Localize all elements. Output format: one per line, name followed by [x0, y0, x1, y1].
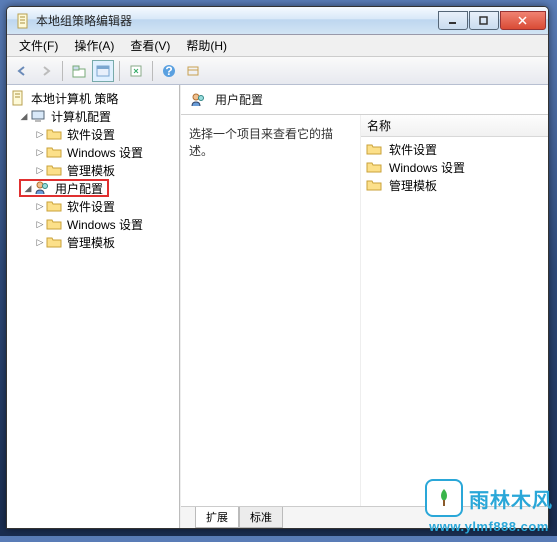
- titlebar: 本地组策略编辑器: [7, 7, 548, 35]
- tree-admin-templates-user[interactable]: ▷ 管理模板: [9, 233, 177, 251]
- app-icon: [15, 13, 31, 29]
- maximize-button[interactable]: [469, 11, 499, 30]
- help-button[interactable]: ?: [158, 60, 180, 82]
- forward-button[interactable]: [35, 60, 57, 82]
- tree-root[interactable]: 本地计算机 策略: [9, 89, 177, 107]
- expand-icon[interactable]: ▷: [35, 129, 45, 140]
- users-icon: [34, 180, 50, 196]
- tree-windows-settings[interactable]: ▷ Windows 设置: [9, 143, 177, 161]
- details-body: 选择一个项目来查看它的描述。 名称 软件设置 Windows 设置: [181, 115, 548, 506]
- folder-icon: [46, 198, 62, 214]
- tree-label: 计算机配置: [49, 107, 113, 126]
- collapse-icon[interactable]: ◢: [19, 111, 29, 122]
- list-item-label: 管理模板: [389, 177, 437, 194]
- tree-computer-config[interactable]: ◢ 计算机配置: [9, 107, 177, 125]
- tree-label: 管理模板: [65, 233, 117, 252]
- tree-label: 用户配置: [53, 179, 105, 198]
- tab-extended[interactable]: 扩展: [195, 507, 239, 528]
- svg-text:?: ?: [165, 64, 172, 78]
- folder-icon: [366, 177, 382, 193]
- back-button[interactable]: [11, 60, 33, 82]
- tree-user-config[interactable]: ◢ 用户配置: [19, 179, 109, 197]
- tree-admin-templates[interactable]: ▷ 管理模板: [9, 161, 177, 179]
- folder-icon: [46, 144, 62, 160]
- policy-icon: [10, 90, 26, 106]
- collapse-icon[interactable]: ◢: [23, 183, 33, 194]
- toolbar: ?: [7, 57, 548, 85]
- tab-standard[interactable]: 标准: [239, 507, 283, 528]
- menubar: 文件(F) 操作(A) 查看(V) 帮助(H): [7, 35, 548, 57]
- folder-icon: [366, 141, 382, 157]
- watermark-brand: 雨林木风: [469, 484, 553, 513]
- folder-icon: [46, 216, 62, 232]
- tree-label: 软件设置: [65, 125, 117, 144]
- window-controls: [438, 11, 546, 30]
- watermark: 雨林木风 www.ylmf888.com: [425, 479, 553, 534]
- tree-pane[interactable]: 本地计算机 策略 ◢ 计算机配置 ▷ 软件设置 ▷ Windows 设置 ▷ 管…: [7, 85, 180, 528]
- menu-help[interactable]: 帮助(H): [178, 35, 235, 56]
- expand-icon[interactable]: ▷: [35, 147, 45, 158]
- tree-label: Windows 设置: [65, 215, 145, 234]
- watermark-url: www.ylmf888.com: [425, 519, 553, 534]
- tree-label: Windows 设置: [65, 143, 145, 162]
- users-icon: [190, 92, 206, 108]
- folder-icon: [46, 234, 62, 250]
- separator: [152, 61, 153, 81]
- expand-icon[interactable]: ▷: [35, 201, 45, 212]
- menu-action[interactable]: 操作(A): [66, 35, 122, 56]
- expand-icon[interactable]: ▷: [35, 165, 45, 176]
- window: 本地组策略编辑器 文件(F) 操作(A) 查看(V) 帮助(H) ? 本地计算机…: [6, 6, 549, 529]
- menu-file[interactable]: 文件(F): [11, 35, 66, 56]
- expand-icon[interactable]: ▷: [35, 219, 45, 230]
- list-body: 软件设置 Windows 设置 管理模板: [361, 137, 548, 197]
- details-pane: 用户配置 选择一个项目来查看它的描述。 名称 软件设置: [180, 85, 548, 528]
- description-text: 选择一个项目来查看它的描述。: [189, 127, 333, 158]
- list-item[interactable]: 软件设置: [365, 140, 544, 158]
- list-item-label: Windows 设置: [389, 159, 465, 176]
- computer-icon: [30, 108, 46, 124]
- refresh-button[interactable]: [125, 60, 147, 82]
- tree-label: 本地计算机 策略: [29, 89, 120, 108]
- folder-icon: [46, 126, 62, 142]
- separator: [119, 61, 120, 81]
- tree-software-settings[interactable]: ▷ 软件设置: [9, 125, 177, 143]
- column-header-label: 名称: [367, 117, 391, 134]
- expand-icon[interactable]: ▷: [35, 237, 45, 248]
- filter-button[interactable]: [182, 60, 204, 82]
- tree-software-settings-user[interactable]: ▷ 软件设置: [9, 197, 177, 215]
- list-item-label: 软件设置: [389, 141, 437, 158]
- folder-icon: [46, 162, 62, 178]
- up-button[interactable]: [68, 60, 90, 82]
- tree-label: 管理模板: [65, 161, 117, 180]
- properties-button[interactable]: [92, 60, 114, 82]
- folder-icon: [366, 159, 382, 175]
- separator: [62, 61, 63, 81]
- list-column: 名称 软件设置 Windows 设置 管理模板: [361, 115, 548, 506]
- watermark-logo: 雨林木风: [425, 479, 553, 517]
- list-item[interactable]: 管理模板: [365, 176, 544, 194]
- window-title: 本地组策略编辑器: [36, 12, 438, 29]
- close-button[interactable]: [500, 11, 546, 30]
- details-header: 用户配置: [181, 85, 548, 115]
- list-item[interactable]: Windows 设置: [365, 158, 544, 176]
- tree-windows-settings-user[interactable]: ▷ Windows 设置: [9, 215, 177, 233]
- menu-view[interactable]: 查看(V): [122, 35, 178, 56]
- description-column: 选择一个项目来查看它的描述。: [181, 115, 361, 506]
- tree-label: 软件设置: [65, 197, 117, 216]
- content-area: 本地计算机 策略 ◢ 计算机配置 ▷ 软件设置 ▷ Windows 设置 ▷ 管…: [7, 85, 548, 528]
- details-title: 用户配置: [215, 91, 263, 108]
- watermark-icon: [425, 479, 463, 517]
- minimize-button[interactable]: [438, 11, 468, 30]
- column-header-name[interactable]: 名称: [361, 115, 548, 137]
